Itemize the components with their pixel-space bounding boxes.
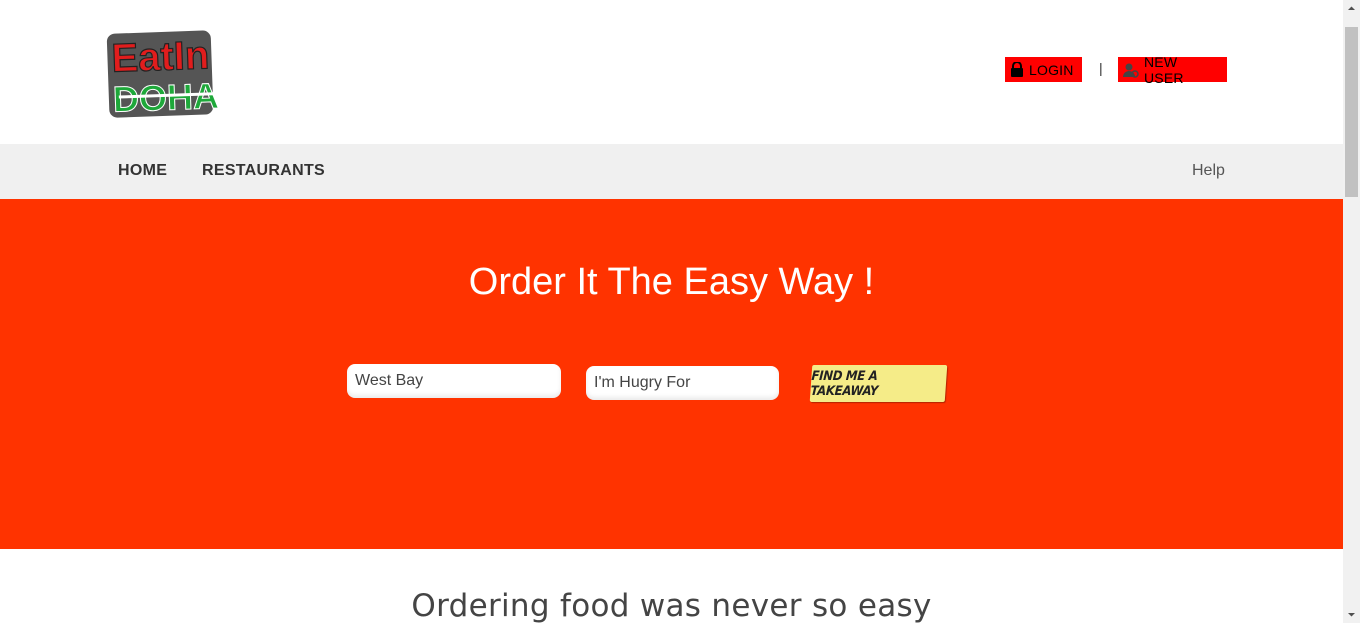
find-takeaway-button[interactable]: FIND ME A TAKEAWAY [809, 365, 948, 402]
site-header: EatIn DOHA LOGIN | NEW USER [0, 0, 1343, 144]
scroll-down-arrow[interactable] [1343, 606, 1360, 623]
vertical-scrollbar[interactable] [1343, 0, 1360, 623]
login-button-wrap: LOGIN [1005, 57, 1082, 82]
login-label: LOGIN [1029, 61, 1074, 78]
page: EatIn DOHA LOGIN | NEW USER HOME RESTAUR… [0, 0, 1343, 623]
new-user-button[interactable]: NEW USER [1118, 54, 1227, 86]
auth-separator: | [1099, 60, 1103, 76]
new-user-label: NEW USER [1144, 53, 1184, 86]
craving-input[interactable]: I'm Hugry For [586, 366, 779, 400]
add-user-icon [1123, 63, 1139, 78]
scrollbar-thumb[interactable] [1345, 27, 1358, 197]
eatindoha-logo[interactable]: EatIn DOHA [104, 26, 220, 120]
section-subtitle: Ordering food was never so easy [411, 588, 932, 623]
chevron-up-icon [1348, 6, 1355, 10]
logo-text-line1: EatIn [111, 33, 210, 80]
hero-title: Order It The Easy Way ! [468, 261, 875, 303]
nav-item-home[interactable]: HOME [118, 162, 167, 180]
chevron-down-icon [1348, 613, 1355, 617]
login-button[interactable]: LOGIN [1005, 57, 1082, 82]
new-user-button-wrap: NEW USER [1118, 54, 1227, 86]
main-nav: HOME RESTAURANTS Help [0, 144, 1343, 199]
nav-item-restaurants[interactable]: RESTAURANTS [202, 162, 325, 180]
hero-banner: Order It The Easy Way ! West Bay I'm Hug… [0, 199, 1343, 549]
scroll-up-arrow[interactable] [1343, 0, 1360, 17]
lock-icon [1011, 62, 1023, 77]
location-input[interactable]: West Bay [347, 364, 561, 398]
nav-item-help[interactable]: Help [1192, 162, 1225, 180]
